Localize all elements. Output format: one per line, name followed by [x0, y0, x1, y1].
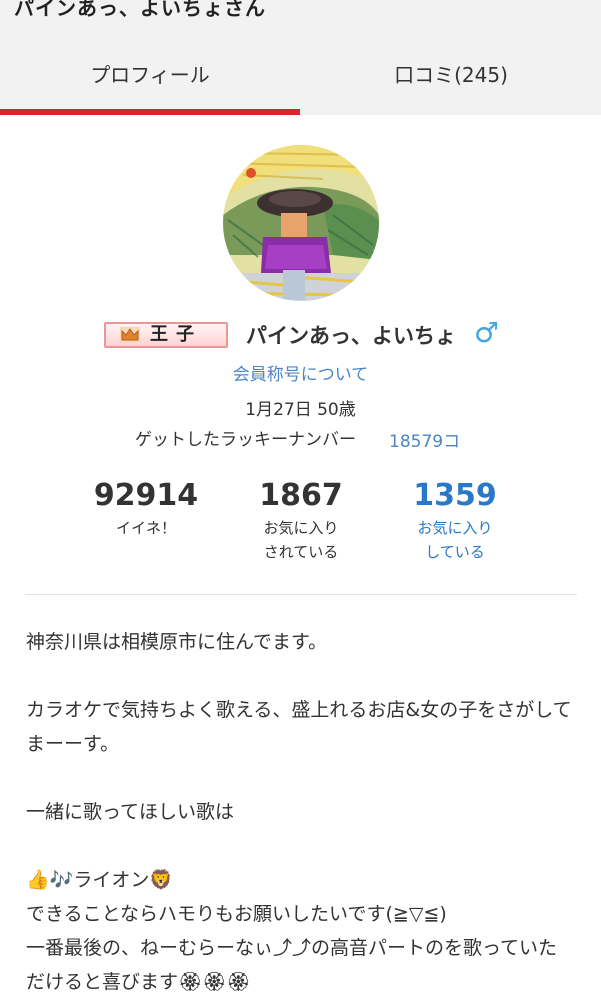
stat-favorites[interactable]: 1359 お気に入り している — [375, 478, 535, 564]
intro-paragraph: カラオケで気持ちよく歌える、盛上れるお店&女の子をさがしてまーーす。 — [26, 699, 572, 755]
male-icon: ♂ — [474, 316, 500, 349]
likes-count: 92914 — [93, 478, 199, 513]
tab-reviews[interactable]: 口コミ(245) — [301, 50, 601, 115]
favorites-count[interactable]: 1359 — [375, 478, 535, 514]
divider — [25, 594, 577, 595]
avatar — [223, 145, 379, 301]
intro-paragraph: 一緒に歌ってほしい歌は — [26, 801, 235, 823]
page-title: パインあっ、よいちょさん — [14, 0, 266, 20]
stat-favorited-by: 1867 お気に入り されている — [221, 478, 381, 564]
rank-badge: 王子 — [104, 322, 228, 348]
favorites-label[interactable]: お気に入り している — [375, 516, 535, 564]
tab-profile[interactable]: プロフィール — [0, 50, 300, 115]
lucky-number-value[interactable]: 18579コ — [389, 427, 460, 452]
self-introduction: 神奈川県は相模原市に住んでます。 カラオケで気持ちよく歌える、盛上れるお店&女の… — [26, 625, 576, 999]
member-title-link[interactable]: 会員称号について — [0, 360, 601, 385]
likes-label: イイネ！ — [115, 519, 176, 537]
birthday-age: 1月27日 50歳 — [245, 400, 356, 420]
rank-label: 王子 — [150, 324, 202, 345]
lucky-number-label: ゲットしたラッキーナンバー — [135, 430, 356, 450]
avatar-drawing-icon — [223, 145, 379, 301]
tab-bar: プロフィール 口コミ(245) — [0, 50, 601, 115]
crown-icon — [120, 327, 140, 343]
favorited-by-label: お気に入り されている — [263, 519, 339, 561]
intro-line: 👍🎶ライオン🦁 — [26, 869, 173, 891]
intro-line: 一番最後の、ねーむらーなぃ⤴︎⤴︎の高音パートのを歌っていただけると喜びます🏵🏵… — [26, 937, 558, 993]
header: パインあっ、よいちょさん プロフィール 口コミ(245) — [0, 0, 601, 115]
intro-line: できることならハモりもお願いしたいです(≧▽≦) — [26, 903, 447, 925]
intro-paragraph: 神奈川県は相模原市に住んでます。 — [26, 631, 328, 653]
stat-likes: 92914 イイネ！ — [66, 478, 226, 540]
favorited-by-count: 1867 — [259, 478, 343, 513]
nickname: パインあっ、よいちょ — [246, 324, 456, 348]
active-tab-indicator — [0, 109, 300, 115]
